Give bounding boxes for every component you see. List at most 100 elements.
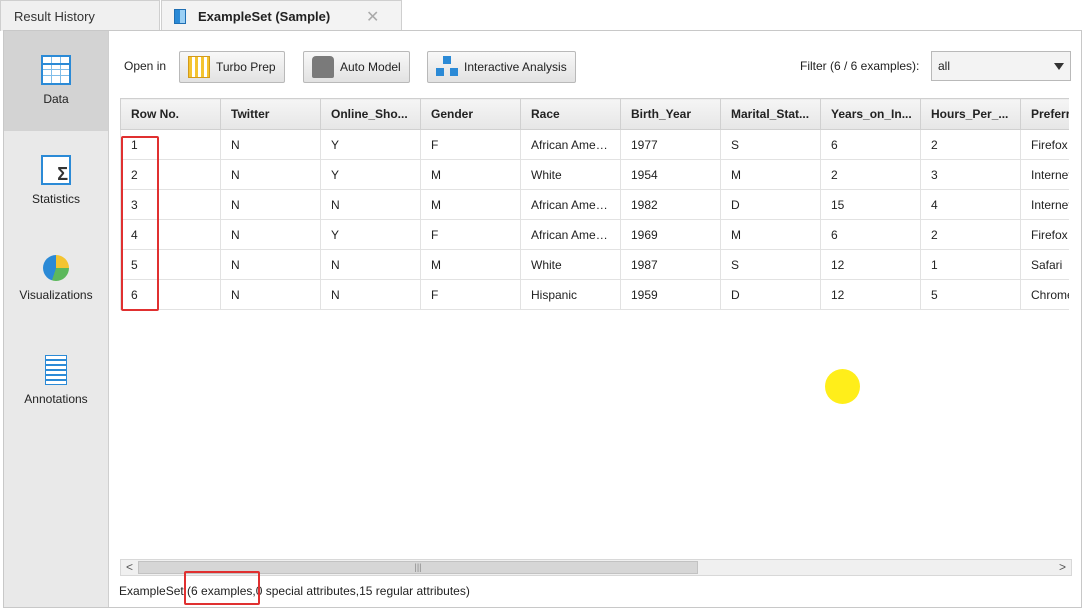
table-cell: N <box>320 279 421 310</box>
data-table: Row No. Twitter Online_Sho... Gender Rac… <box>120 98 1069 310</box>
annotations-notepad-icon <box>45 355 67 385</box>
auto-model-button[interactable]: Auto Model <box>303 51 410 83</box>
sidebar-item-visualizations-label: Visualizations <box>19 288 93 302</box>
table-cell: D <box>720 279 821 310</box>
table-cell: 2 <box>920 129 1021 160</box>
tab-exampleset-sample[interactable]: ExampleSet (Sample) ✕ <box>161 0 402 31</box>
table-cell: 6 <box>820 129 921 160</box>
table-cell: 1954 <box>620 159 721 190</box>
horizontal-scrollbar[interactable]: < ||| > <box>120 559 1072 576</box>
table-cell: 2 <box>920 219 1021 250</box>
table-cell: Firefox <box>1020 129 1069 160</box>
chevron-down-icon <box>1054 63 1064 70</box>
table-cell: N <box>220 189 321 220</box>
column-header[interactable]: Race <box>520 98 621 130</box>
column-header[interactable]: Marital_Stat... <box>720 98 821 130</box>
table-row[interactable]: 5 N N M White 1987 S 12 1 Safari <box>120 249 1069 280</box>
cursor-indicator <box>825 369 860 404</box>
sidebar-item-statistics-label: Statistics <box>31 192 80 206</box>
filter-dropdown-value: all <box>938 59 951 73</box>
table-cell: 1982 <box>620 189 721 220</box>
table-cell: N <box>320 189 421 220</box>
table-cell: F <box>420 219 521 250</box>
table-cell: 3 <box>920 159 1021 190</box>
tab-result-history[interactable]: Result History <box>0 0 160 31</box>
sidebar-item-statistics[interactable]: Σ Statistics <box>4 131 108 231</box>
table-cell: Y <box>320 159 421 190</box>
table-cell: Chrome <box>1020 279 1069 310</box>
table-cell: 15 <box>820 189 921 220</box>
column-header[interactable]: Gender <box>420 98 521 130</box>
table-row[interactable]: 2 N Y M White 1954 M 2 3 Internet <box>120 159 1069 190</box>
tab-exampleset-label: ExampleSet (Sample) <box>198 8 331 24</box>
scroll-left-arrow-icon[interactable]: < <box>121 560 138 575</box>
table-row[interactable]: 6 N N F Hispanic 1959 D 12 5 Chrome <box>120 279 1069 310</box>
column-header[interactable]: Years_on_In... <box>820 98 921 130</box>
sidebar-item-annotations[interactable]: Annotations <box>4 331 108 431</box>
auto-model-label: Auto Model <box>340 60 401 74</box>
data-grid-icon <box>41 55 71 85</box>
table-cell: S <box>720 129 821 160</box>
table-cell: M <box>720 159 821 190</box>
turbo-prep-button[interactable]: Turbo Prep <box>179 51 285 83</box>
row-number-highlight-box <box>121 136 159 311</box>
table-cell: 5 <box>920 279 1021 310</box>
sidebar-item-data[interactable]: Data <box>4 31 108 131</box>
table-cell: Y <box>320 129 421 160</box>
table-cell: African Ameri... <box>520 129 621 160</box>
sidebar-item-annotations-label: Annotations <box>24 392 88 406</box>
tab-result-history-label: Result History <box>14 8 95 24</box>
close-icon[interactable]: ✕ <box>366 7 379 27</box>
table-cell: 6 <box>820 219 921 250</box>
turbo-prep-icon <box>188 56 210 78</box>
table-cell: Y <box>320 219 421 250</box>
table-cell: 1977 <box>620 129 721 160</box>
table-row[interactable]: 4 N Y F African Ameri... 1969 M 6 2 Fire… <box>120 219 1069 250</box>
table-cell: 1 <box>920 249 1021 280</box>
table-header-row: Row No. Twitter Online_Sho... Gender Rac… <box>120 98 1069 130</box>
scroll-right-arrow-icon[interactable]: > <box>1054 560 1071 575</box>
visualization-chart-icon <box>43 255 69 281</box>
table-cell: S <box>720 249 821 280</box>
table-cell: N <box>220 249 321 280</box>
table-cell: F <box>420 129 521 160</box>
sidebar-item-visualizations[interactable]: Visualizations <box>4 231 108 331</box>
table-row[interactable]: 3 N N M African Ameri... 1982 D 15 4 Int… <box>120 189 1069 220</box>
table-cell: Safari <box>1020 249 1069 280</box>
column-header[interactable]: Birth_Year <box>620 98 721 130</box>
table-cell: D <box>720 189 821 220</box>
interactive-analysis-label: Interactive Analysis <box>464 60 567 74</box>
open-in-label: Open in <box>124 59 167 73</box>
column-header[interactable]: Row No. <box>120 98 221 130</box>
table-row[interactable]: 1 N Y F African Ameri... 1977 S 6 2 Fire… <box>120 129 1069 160</box>
open-in-toolbar: Open in Turbo Prep Auto Model Interactiv… <box>110 49 1071 83</box>
table-cell: N <box>220 129 321 160</box>
column-header[interactable]: Preferr <box>1020 98 1069 130</box>
interactive-analysis-button[interactable]: Interactive Analysis <box>427 51 576 83</box>
column-header[interactable]: Hours_Per_... <box>920 98 1021 130</box>
table-cell: M <box>720 219 821 250</box>
filter-dropdown[interactable]: all <box>931 51 1071 81</box>
view-sidebar: Data Σ Statistics Visualizations Annotat… <box>4 31 109 607</box>
exampleset-table-icon <box>174 8 186 24</box>
table-cell: 1987 <box>620 249 721 280</box>
column-header[interactable]: Online_Sho... <box>320 98 421 130</box>
result-tab-strip: Result History ExampleSet (Sample) ✕ <box>0 0 1087 31</box>
column-header[interactable]: Twitter <box>220 98 321 130</box>
table-cell: Internet <box>1020 159 1069 190</box>
table-cell: 12 <box>820 279 921 310</box>
table-cell: 4 <box>920 189 1021 220</box>
table-cell: Firefox <box>1020 219 1069 250</box>
table-cell: African Ameri... <box>520 189 621 220</box>
results-panel: Data Σ Statistics Visualizations Annotat… <box>3 30 1082 608</box>
table-cell: 12 <box>820 249 921 280</box>
filter-label: Filter (6 / 6 examples): <box>800 59 920 73</box>
table-cell: 1969 <box>620 219 721 250</box>
exampleset-summary: ExampleSet (6 examples,0 special attribu… <box>119 584 470 598</box>
turbo-prep-label: Turbo Prep <box>216 60 276 74</box>
example-count-highlight-box <box>184 571 260 605</box>
sidebar-item-data-label: Data <box>43 92 69 106</box>
table-cell: N <box>220 279 321 310</box>
table-cell: Internet <box>1020 189 1069 220</box>
table-cell: N <box>220 219 321 250</box>
